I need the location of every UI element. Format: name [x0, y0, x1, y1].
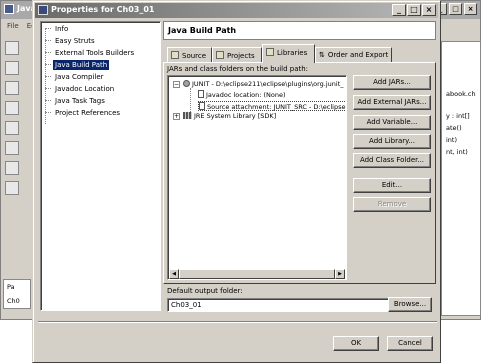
package-icon[interactable]: [5, 81, 19, 95]
tab-order-label: Order and Export: [327, 51, 389, 59]
tree-connector: [45, 52, 51, 53]
tree-connector: [45, 76, 51, 77]
library-icon: [266, 48, 274, 56]
outline-line: y : int[]: [446, 112, 470, 120]
tab-source[interactable]: Source: [167, 47, 212, 62]
maximize-button[interactable]: □: [407, 4, 421, 16]
add-external-jars-button[interactable]: Add External JARs...: [353, 95, 431, 110]
perspective-icon[interactable]: [5, 61, 19, 75]
scroll-left-icon[interactable]: ◀: [169, 269, 179, 279]
background-toolbar-strip: [1, 41, 29, 301]
status-text: Ch0: [7, 297, 20, 305]
maximize-icon[interactable]: □: [449, 3, 462, 15]
tree-connector: [45, 100, 51, 101]
add-variable-button[interactable]: Add Variable...: [353, 115, 431, 130]
library-row-jre[interactable]: JRE System Library [SDK]: [183, 111, 276, 121]
eclipse-icon: [4, 4, 14, 14]
build-path-list-label: JARs and class folders on the build path…: [167, 65, 309, 73]
folder-icon: [171, 51, 179, 59]
scroll-right-icon[interactable]: ▶: [335, 269, 345, 279]
new-icon[interactable]: [5, 41, 19, 55]
close-button[interactable]: ×: [422, 4, 436, 16]
default-output-folder-input[interactable]: Ch03_01: [167, 298, 413, 312]
nav-item-info[interactable]: Info: [53, 24, 70, 34]
nav-item-java-task-tags[interactable]: Java Task Tags: [53, 96, 107, 106]
dialog-title: Properties for Ch03_01: [51, 5, 155, 14]
outline-line: ate(): [446, 124, 462, 132]
background-bottom-panel: Pa Ch0: [3, 279, 31, 309]
collapse-icon[interactable]: −: [173, 81, 180, 88]
tree-connector: [45, 112, 51, 113]
tab-libraries[interactable]: Libraries: [262, 44, 315, 63]
cancel-button[interactable]: Cancel: [387, 336, 433, 351]
nav-item-java-compiler[interactable]: Java Compiler: [53, 72, 106, 82]
library-icon: [183, 112, 192, 119]
add-jars-button[interactable]: Add JARs...: [353, 75, 431, 90]
add-class-folder-button[interactable]: Add Class Folder...: [353, 153, 431, 168]
nav-item-project-references[interactable]: Project References: [53, 108, 122, 118]
tree-connector: [45, 40, 51, 41]
library-label: JRE System Library [SDK]: [194, 112, 277, 120]
minimize-button[interactable]: _: [392, 4, 406, 16]
background-outline-panel: abook.ch y : int[] ate() int) nt, int): [441, 41, 481, 316]
close-icon[interactable]: ×: [464, 3, 477, 15]
library-label: Source attachment: JUNIT_SRC - D:\eclips…: [207, 103, 346, 111]
tree-connector: [45, 88, 51, 89]
debug-icon[interactable]: [5, 121, 19, 135]
libraries-tree[interactable]: − JUNIT - D:\eclipse211\eclipse\plugins\…: [167, 75, 347, 280]
library-label: Javadoc location: (None): [206, 91, 286, 99]
outline-line: abook.ch: [446, 90, 476, 98]
ok-button[interactable]: OK: [333, 336, 379, 351]
add-library-button[interactable]: Add Library...: [353, 134, 431, 149]
jar-icon: [183, 80, 190, 87]
javadoc-icon: [198, 90, 204, 98]
tab-source-label: Source: [182, 52, 207, 60]
tab-projects-label: Projects: [227, 52, 255, 60]
tree-connector: [45, 28, 51, 29]
tree-connector: [45, 64, 51, 65]
source-attachment-icon: [199, 102, 205, 110]
library-label: JUNIT - D:\eclipse211\eclipse\plugins\or…: [192, 80, 344, 88]
default-output-folder-label: Default output folder:: [167, 287, 243, 295]
horizontal-scrollbar[interactable]: ◀ ▶: [169, 268, 345, 279]
menu-file[interactable]: File: [7, 22, 19, 30]
page-title: Java Build Path: [163, 21, 436, 40]
run-icon[interactable]: [5, 141, 19, 155]
dialog-window-buttons: _ □ ×: [392, 4, 436, 16]
scroll-thumb[interactable]: [179, 269, 335, 279]
tab-projects[interactable]: Projects: [212, 47, 262, 62]
outline-line: int): [446, 136, 458, 144]
projects-icon: [216, 51, 224, 59]
browse-button[interactable]: Browse...: [388, 297, 432, 312]
tab-libraries-label: Libraries: [277, 49, 308, 57]
plugin-icon[interactable]: [5, 181, 19, 195]
nav-item-easy-struts[interactable]: Easy Struts: [53, 36, 97, 46]
library-row-javadoc[interactable]: Javadoc location: (None): [198, 90, 286, 100]
order-arrows-icon: ⇅: [319, 51, 325, 59]
java-icon[interactable]: [5, 161, 19, 175]
expand-icon[interactable]: +: [173, 113, 180, 120]
dialog-titlebar: Properties for Ch03_01 _ □ ×: [35, 3, 438, 18]
nav-item-javadoc-location[interactable]: Javadoc Location: [53, 84, 116, 94]
library-row-junit[interactable]: JUNIT - D:\eclipse211\eclipse\plugins\or…: [183, 79, 344, 89]
bottom-tab[interactable]: Pa: [7, 283, 15, 291]
dialog-separator: [38, 321, 437, 323]
library-row-source-attachment[interactable]: Source attachment: JUNIT_SRC - D:\eclips…: [198, 101, 346, 111]
edit-button[interactable]: Edit...: [353, 178, 431, 193]
outline-line: nt, int): [446, 148, 468, 156]
dialog-app-icon: [38, 5, 48, 15]
tab-order-and-export[interactable]: ⇅ Order and Export: [315, 47, 392, 62]
hierarchy-icon[interactable]: [5, 101, 19, 115]
nav-item-java-build-path[interactable]: Java Build Path: [53, 60, 110, 70]
remove-button[interactable]: Remove: [353, 197, 431, 212]
nav-item-external-tools-builders[interactable]: External Tools Builders: [53, 48, 136, 58]
properties-dialog: Properties for Ch03_01 _ □ × Info Easy S…: [32, 0, 441, 363]
properties-nav-tree: Info Easy Struts External Tools Builders…: [40, 21, 161, 311]
